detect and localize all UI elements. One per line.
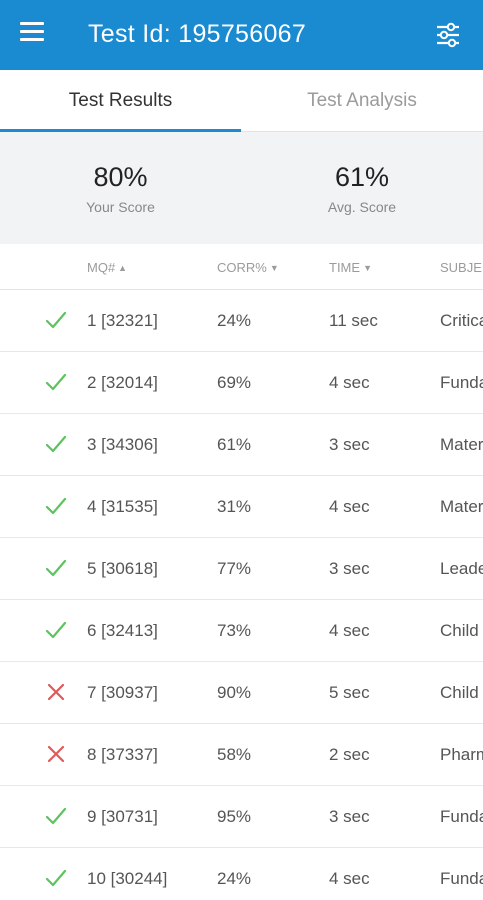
mq-number: 4 [31535] <box>87 497 158 516</box>
correct-percent: 73% <box>217 621 252 640</box>
correct-percent: 24% <box>217 869 252 888</box>
table-row[interactable]: 7 [30937] 90% 5 sec Child <box>0 662 483 724</box>
time-spent: 4 sec <box>329 621 370 640</box>
subject-name: Child <box>440 683 479 702</box>
checkmark-icon <box>44 494 68 518</box>
mq-number: 1 [32321] <box>87 311 158 330</box>
time-spent: 5 sec <box>329 683 370 702</box>
time-spent: 11 sec <box>329 311 378 330</box>
checkmark-icon <box>44 618 68 642</box>
sort-down-icon: ▼ <box>363 263 372 273</box>
subject-name: Funda <box>440 807 483 826</box>
header-corr-label: CORR% <box>217 260 267 275</box>
correct-percent: 77% <box>217 559 252 578</box>
cross-icon <box>44 680 68 704</box>
app-bar: Test Id: 195756067 <box>0 0 483 70</box>
hamburger-menu-icon[interactable] <box>20 22 46 48</box>
correct-percent: 58% <box>217 745 252 764</box>
mq-number: 9 [30731] <box>87 807 158 826</box>
table-row[interactable]: 10 [30244] 24% 4 sec Funda <box>0 848 483 900</box>
mq-number: 7 [30937] <box>87 683 158 702</box>
checkmark-icon <box>44 804 68 828</box>
header-time-sort[interactable]: TIME ▼ <box>329 260 372 275</box>
table-row[interactable]: 6 [32413] 73% 4 sec Child <box>0 600 483 662</box>
time-spent: 4 sec <box>329 869 370 888</box>
subject-name: Funda <box>440 373 483 392</box>
correct-percent: 31% <box>217 497 252 516</box>
results-table-header: MQ# ▲ CORR% ▼ TIME ▼ SUBJE <box>0 244 483 290</box>
tab-label: Test Analysis <box>307 90 417 111</box>
correct-percent: 95% <box>217 807 252 826</box>
subject-name: Funda <box>440 869 483 888</box>
table-row[interactable]: 1 [32321] 24% 11 sec Critica <box>0 290 483 352</box>
time-spent: 4 sec <box>329 497 370 516</box>
correct-percent: 90% <box>217 683 252 702</box>
tab-test-analysis[interactable]: Test Analysis <box>241 70 483 131</box>
score-summary: 80% Your Score 61% Avg. Score <box>0 132 483 244</box>
mq-number: 6 [32413] <box>87 621 158 640</box>
correct-percent: 24% <box>217 311 252 330</box>
cross-icon <box>44 742 68 766</box>
subject-name: Child <box>440 621 479 640</box>
checkmark-icon <box>44 370 68 394</box>
mq-number: 2 [32014] <box>87 373 158 392</box>
sliders-filter-icon[interactable] <box>435 22 461 48</box>
table-row[interactable]: 2 [32014] 69% 4 sec Funda <box>0 352 483 414</box>
avg-score-box: 61% Avg. Score <box>241 132 483 244</box>
checkmark-icon <box>44 866 68 890</box>
your-score-value: 80% <box>93 162 148 192</box>
header-subject-label: SUBJE <box>440 260 482 275</box>
subject-name: Mater <box>440 497 483 516</box>
sort-down-icon: ▼ <box>269 263 279 273</box>
your-score-box: 80% Your Score <box>0 132 241 244</box>
table-row[interactable]: 5 [30618] 77% 3 sec Leade <box>0 538 483 600</box>
avg-score-value: 61% <box>334 162 390 192</box>
header-corr-sort[interactable]: CORR% ▼ <box>217 260 279 275</box>
header-mq-sort[interactable]: MQ# ▲ <box>87 260 127 275</box>
results-table-body: 1 [32321] 24% 11 sec Critica 2 [32014] 69% 4 s… <box>0 290 483 900</box>
checkmark-icon <box>44 308 68 332</box>
subject-name: Pharm <box>440 745 483 764</box>
table-row[interactable]: 8 [37337] 58% 2 sec Pharm <box>0 724 483 786</box>
sort-up-icon: ▲ <box>118 263 128 273</box>
table-row[interactable]: 3 [34306] 61% 3 sec Mater <box>0 414 483 476</box>
page-title: Test Id: 195756067 <box>88 20 307 48</box>
checkmark-icon <box>44 432 68 456</box>
avg-score-label: Avg. Score <box>327 199 397 215</box>
tab-bar: Test Results Test Analysis <box>0 70 483 132</box>
time-spent: 3 sec <box>329 559 370 578</box>
subject-name: Critica <box>440 311 483 330</box>
tab-label: Test Results <box>68 90 173 111</box>
time-spent: 2 sec <box>329 745 370 764</box>
mq-number: 10 [30244] <box>87 869 168 888</box>
time-spent: 3 sec <box>329 807 370 826</box>
mq-number: 3 [34306] <box>87 435 158 454</box>
subject-name: Leade <box>440 559 483 578</box>
subject-name: Mater <box>440 435 483 454</box>
your-score-label: Your Score <box>86 199 155 215</box>
mq-number: 5 [30618] <box>87 559 158 578</box>
header-subject-sort[interactable]: SUBJE <box>440 260 482 275</box>
table-row[interactable]: 4 [31535] 31% 4 sec Mater <box>0 476 483 538</box>
header-time-label: TIME <box>329 260 361 275</box>
checkmark-icon <box>44 556 68 580</box>
table-row[interactable]: 9 [30731] 95% 3 sec Funda <box>0 786 483 848</box>
time-spent: 3 sec <box>329 435 370 454</box>
time-spent: 4 sec <box>329 373 370 392</box>
header-mq-label: MQ# <box>87 260 116 275</box>
tab-test-results[interactable]: Test Results <box>0 70 241 132</box>
mq-number: 8 [37337] <box>87 745 158 764</box>
correct-percent: 61% <box>217 435 252 454</box>
correct-percent: 69% <box>217 373 252 392</box>
